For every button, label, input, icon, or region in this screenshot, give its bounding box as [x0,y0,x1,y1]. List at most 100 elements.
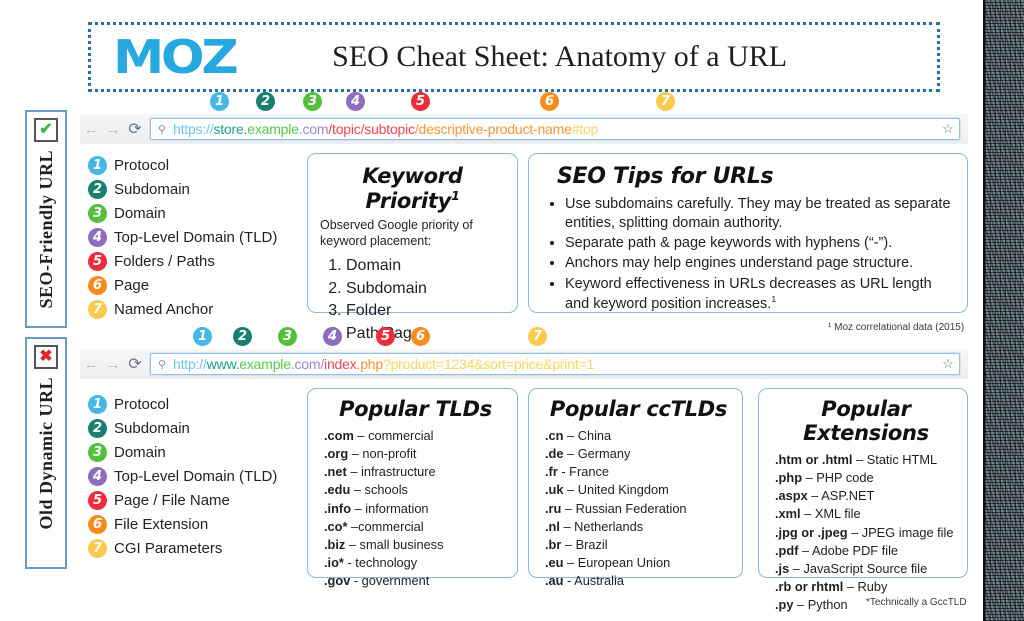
search-icon: ⚲ [157,123,167,136]
list-item-desc: –commercial [347,518,424,534]
list-item: .nl – Netherlands [545,518,732,536]
forward-icon[interactable]: → [102,121,124,138]
url-segment-domain: example [247,121,299,137]
badge-7: 7 [88,299,107,319]
list-item: .eu – European Union [545,554,732,572]
legend-old-dynamic: 1 Protocol 2 Subdomain 3 Domain 4 Top-Level Dom… [88,392,303,560]
list-item-ext: .cn [545,428,564,443]
side-tab-label-seo-friendly: SEO-Friendly URL [35,150,56,309]
badge-3: 3 [88,203,107,223]
legend-label: Domain [114,443,166,461]
badge-2: 2 [88,418,107,438]
list-item-desc: – Python [793,597,848,613]
reload-icon[interactable]: ⟳ [124,119,146,139]
list-item: .br – Brazil [545,536,732,554]
legend-seo-friendly: 1 Protocol 2 Subdomain 3 Domain 4 Top-Level Dom… [88,153,303,321]
bookmark-star-icon[interactable]: ☆ [937,356,959,372]
list-item-ext: .htm or .html [775,452,853,467]
list-item-desc: – information [351,500,429,516]
legend-label: CGI Parameters [114,539,223,557]
popular-extensions-list: .htm or .html – Static HTML .php – PHP co… [775,451,957,614]
list-item: .org – non-profit [324,445,507,463]
legend-label: Top-Level Domain (TLD) [114,228,278,246]
list-item-ext: .ru [545,500,562,516]
legend-label: Top-Level Domain (TLD) [114,467,278,485]
list-item: .de – Germany [545,445,732,463]
keyword-priority-title-text: Keyword Priority [362,164,463,213]
list-item-ext: .au [545,573,564,589]
forward-icon[interactable]: → [102,356,124,373]
badge-5: 5 [376,327,395,346]
list-item-ext: .biz [324,536,346,552]
badge-4: 4 [323,327,342,346]
list-item: .php – PHP code [775,469,957,487]
side-tab-seo-friendly: ✔ SEO-Friendly URL [25,110,67,328]
list-item-ext: .com [324,428,354,443]
list-item-desc: – Netherlands [559,518,644,534]
badge-2: 2 [88,179,107,199]
list-item-desc: – Brazil [561,536,608,552]
list-item-ext: .py [775,597,794,613]
legend-item-4: 4 Top-Level Domain (TLD) [88,225,303,249]
card-popular-extensions: Popular Extensions .htm or .html – Stati… [758,388,968,612]
list-item-ext: .pdf [775,542,799,558]
page-title: SEO Cheat Sheet: Anatomy of a URL [332,40,788,73]
list-item-ext: .eu [545,555,564,571]
url-segment-domain: example [239,356,291,372]
list-item-desc: – United Kingdom [563,482,669,498]
badge-1: 1 [88,155,107,175]
list-item-ext: .uk [545,482,564,498]
legend-label: Subdomain [114,180,190,198]
badge-6: 6 [411,327,430,346]
url-segment-tld: .com [298,121,329,137]
side-tab-old-dynamic: ✖ Old Dynamic URL [25,337,67,569]
badge-4: 4 [88,227,107,247]
badge-7: 7 [88,538,107,558]
list-item-desc: – non-profit [348,446,417,462]
url-text-old-dynamic: http://www.example.com/index.php?product… [173,356,937,372]
list-item-desc: - technology [343,555,418,571]
header-banner: MOZ SEO Cheat Sheet: Anatomy of a URL [88,22,940,92]
bookmark-star-icon[interactable]: ☆ [937,121,959,137]
list-item-desc: – Adobe PDF file [798,542,899,558]
seo-tips-list: Use subdomains carefully. They may be tr… [543,195,953,314]
list-item-desc: – infrastructure [346,464,436,480]
popular-cctlds-list: .cn – China .de – Germany .fr - France .uk … [545,427,732,590]
list-item-ext: .fr [545,464,558,480]
list-item-desc: – Germany [563,446,631,462]
url-input-old-dynamic[interactable]: ⚲ http://www.example.com/index.php?produ… [150,353,960,375]
legend-label: File Extension [114,515,209,533]
list-item: .io* - technology [324,554,507,572]
seo-tip-item: Separate path & page keywords with hyphe… [565,234,953,253]
legend-item-4: 4 Top-Level Domain (TLD) [88,464,303,488]
list-item: .pdf – Adobe PDF file [775,542,957,560]
card-seo-tips: SEO Tips for URLs Use subdomains careful… [528,153,968,313]
url-segment-extension: .php [356,356,384,372]
list-item-ext: .gov [324,573,351,589]
legend-label: Protocol [114,395,170,413]
back-icon[interactable]: ← [80,121,102,138]
reload-icon[interactable]: ⟳ [124,354,146,374]
legend-item-2: 2 Subdomain [88,177,303,201]
list-item-desc: – Ruby [843,579,888,595]
list-item-desc: – commercial [353,428,434,443]
list-item: .net – infrastructure [324,463,507,481]
list-item-ext: .io* [324,555,344,571]
badge-2: 2 [256,92,275,111]
legend-item-5: 5 Page / File Name [88,488,303,512]
badge-5: 5 [411,92,430,111]
legend-item-6: 6 Page [88,273,303,297]
list-item: .co* –commercial [324,518,507,536]
url-segment-subdomain: store. [213,121,248,137]
back-icon[interactable]: ← [80,356,102,373]
url-input-seo-friendly[interactable]: ⚲ https://store.example.com/topic/subtop… [150,118,960,140]
url-segment-anchor: #top [571,121,599,137]
badge-4: 4 [88,466,107,486]
list-item-desc: - government [350,573,430,589]
list-item: .ru – Russian Federation [545,500,732,518]
list-item: .fr - France [545,463,732,481]
keyword-priority-item: Domain [346,255,505,278]
seo-tip-footnote-marker: 1 [771,293,777,304]
badge-1: 1 [88,394,107,414]
badge-6: 6 [88,514,107,534]
